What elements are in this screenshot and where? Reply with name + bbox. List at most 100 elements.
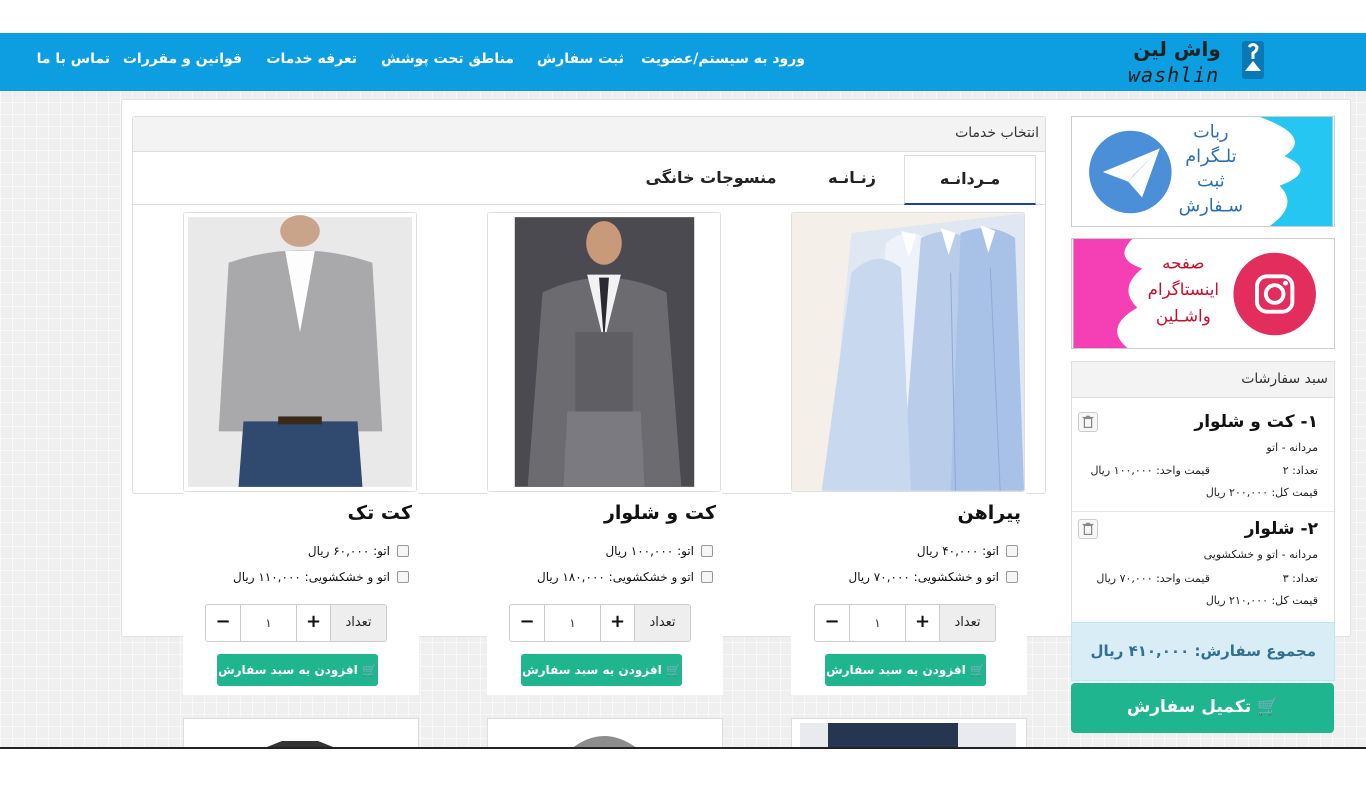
next-product-image [264,741,336,748]
telegram-line3: ثبت [1197,172,1225,192]
instagram-banner[interactable]: صفحه اینستاگرام واشـلین [1071,238,1335,349]
quantity-label: تعداد [634,605,690,641]
product-image-suit[interactable] [487,212,721,492]
product-name-jacket: کت تک [347,502,412,524]
cart-item-unit-price: قیمت واحد: ۷۰,۰۰۰ ریال [1096,572,1210,585]
option-checkbox-iron[interactable] [701,545,713,557]
instagram-line1: صفحه [1162,253,1204,272]
cart-divider [1072,511,1334,512]
tab-women[interactable]: زنـانـه [806,155,898,205]
add-to-cart-label: افزودن به سبد سفارش [218,663,358,677]
option-checkbox-iron-dryclean[interactable] [1006,571,1018,583]
add-to-cart-label: افزودن به سبد سفارش [826,663,966,677]
cart-item-qty: تعداد: ۳ [1282,572,1318,585]
tab-men[interactable]: مـردانـه [904,155,1036,205]
logo-subtext: washlin [1128,63,1220,87]
cart-item-service: مردانه - اتو و خشکشویی [1203,548,1318,561]
option-iron-label: اتو: ۱۰۰,۰۰۰ ریال [605,544,694,558]
quantity-input[interactable]: ۱ [544,605,600,641]
option-iron-label: اتو: ۴۰,۰۰۰ ریال [916,544,999,558]
cart-title: سبد سفارشات [1241,371,1328,387]
order-cart: سبد سفارشات ۱- کت و شلوار مردانه - اتو ت… [1071,361,1335,623]
cart-item-service: مردانه - اتو [1266,441,1318,454]
telegram-banner-art: ربات تلـگرام ثبت سـفارش [1073,117,1333,226]
next-product-image [572,736,637,748]
hanger-icon [1242,41,1264,79]
quantity-minus-button[interactable]: − [510,605,544,641]
product-image-shirt[interactable] [791,212,1025,492]
option-iron-dryclean-label: اتو و خشکشویی: ۱۱۰,۰۰۰ ریال [233,570,390,584]
product-image-jacket[interactable] [183,212,417,492]
add-to-cart-button[interactable]: 🛒 افزودن به سبد سفارش [521,654,682,686]
add-to-cart-button[interactable]: 🛒 افزودن به سبد سفارش [825,654,986,686]
product-name-shirt: پیراهن [957,502,1022,524]
top-strip [0,0,1366,33]
nav-areas[interactable]: مناطق تحت پوشش [381,51,514,67]
cart-item-qty: تعداد: ۲ [1282,464,1318,477]
option-checkbox-iron-dryclean[interactable] [701,571,713,583]
nav-prices[interactable]: تعرفه خدمات [266,51,357,67]
telegram-line1: ربات [1193,123,1228,143]
site-logo[interactable]: واش لین washlin [1122,35,1268,87]
bottom-strip [0,749,1366,800]
order-total-label: مجموع سفارش: ۴۱۰,۰۰۰ ریال [1090,642,1316,660]
telegram-line2: تلـگرام [1185,146,1236,167]
cart-item-unit-price: قیمت واحد: ۱۰۰,۰۰۰ ریال [1090,464,1210,477]
product-image-next[interactable] [487,718,723,748]
option-checkbox-iron[interactable] [397,545,409,557]
quantity-plus-button[interactable]: + [600,605,634,641]
services-title: انتخاب خدمات [955,125,1039,141]
next-product-image [800,723,1016,748]
instagram-banner-art: صفحه اینستاگرام واشـلین [1073,239,1333,348]
quantity-plus-button[interactable]: + [905,605,939,641]
quantity-input[interactable]: ۱ [849,605,905,641]
checkout-label: تکمیل سفارش [1126,697,1252,717]
quantity-stepper: تعداد + ۱ − [509,604,691,642]
shirt-image [792,213,1024,491]
cart-header: سبد سفارشات [1072,362,1334,398]
cart-item-title: ۲- شلوار [1244,519,1318,539]
tab-household[interactable]: منسوجات خانگی [636,155,786,205]
quantity-stepper: تعداد + ۱ − [814,604,996,642]
cart-item-title: ۱- کت و شلوار [1194,412,1318,432]
cart-icon: 🛒 [969,663,985,677]
option-iron-dryclean-label: اتو و خشکشویی: ۷۰,۰۰۰ ریال [848,570,999,584]
add-to-cart-button[interactable]: 🛒 افزودن به سبد سفارش [217,654,378,686]
quantity-plus-button[interactable]: + [296,605,330,641]
nav-login[interactable]: ورود به سیستم/عضویت [641,51,805,67]
product-image-next[interactable] [183,718,419,748]
product-image-next[interactable] [791,718,1027,748]
option-iron-dryclean-label: اتو و خشکشویی: ۱۸۰,۰۰۰ ریال [537,570,694,584]
nav-order[interactable]: ثبت سفارش [537,51,624,67]
nav-contact[interactable]: تماس با ما [37,51,110,67]
cart-icon: 🛒 [1257,697,1279,717]
option-iron-label: اتو: ۶۰,۰۰۰ ریال [307,544,390,558]
instagram-line3: واشـلین [1156,306,1211,325]
cart-icon: 🛒 [361,663,377,677]
jacket-image [184,213,416,491]
trash-icon[interactable] [1078,519,1098,539]
order-total: مجموع سفارش: ۴۱۰,۰۰۰ ریال [1071,622,1335,681]
quantity-input[interactable]: ۱ [240,605,296,641]
checkout-button[interactable]: 🛒 تکمیل سفارش [1071,683,1334,733]
quantity-minus-button[interactable]: − [206,605,240,641]
quantity-minus-button[interactable]: − [815,605,849,641]
logo-text: واش لین [1133,37,1221,61]
quantity-label: تعداد [330,605,386,641]
trash-icon[interactable] [1078,412,1098,432]
add-to-cart-label: افزودن به سبد سفارش [522,663,662,677]
quantity-label: تعداد [939,605,995,641]
services-header: انتخاب خدمات [133,117,1045,152]
nav-rules[interactable]: قوانین و مقررات [123,51,242,67]
option-checkbox-iron[interactable] [1006,545,1018,557]
suit-image [488,213,720,491]
cart-item-total: قیمت کل: ۲۰۰,۰۰۰ ریال [1205,486,1318,499]
instagram-line2: اینستاگرام [1148,280,1219,299]
cart-item-total: قیمت کل: ۲۱۰,۰۰۰ ریال [1205,594,1318,607]
telegram-line4: سـفارش [1179,196,1243,216]
product-name-suit: کت و شلوار [603,502,716,524]
cart-icon: 🛒 [665,663,681,677]
option-checkbox-iron-dryclean[interactable] [397,571,409,583]
quantity-stepper: تعداد + ۱ − [205,604,387,642]
telegram-banner[interactable]: ربات تلـگرام ثبت سـفارش [1071,116,1335,227]
